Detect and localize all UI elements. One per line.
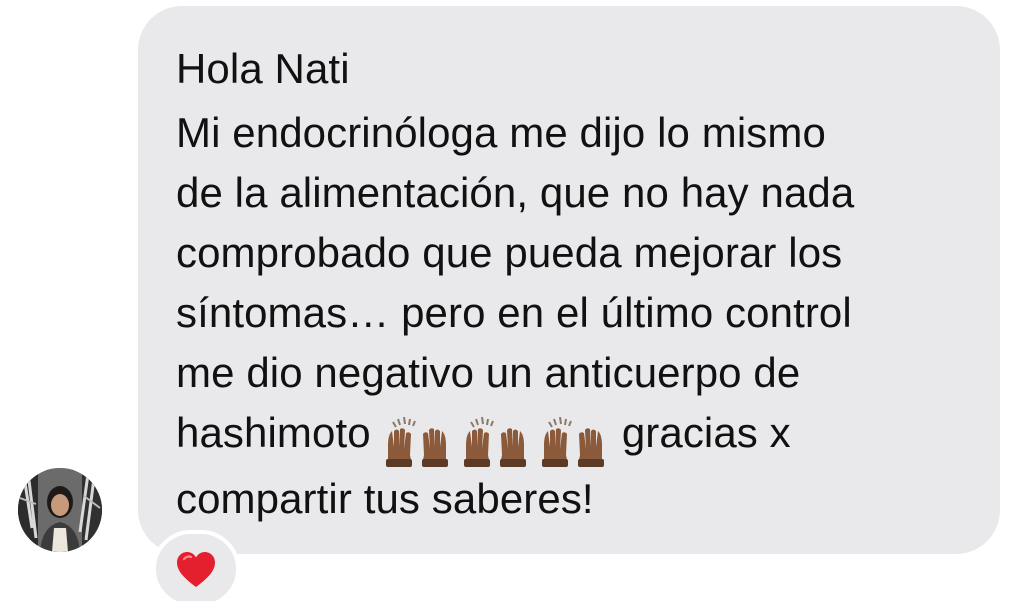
red-heart-icon [177,552,215,587]
message-line-4: síntomas… pero en el último control [176,289,852,336]
greeting-line: Hola Nati [176,45,350,92]
message-line-5: me dio negativo un anticuerpo de [176,349,801,396]
message-line-2: de la alimentación, que no hay nada [176,169,855,216]
message-line-7: compartir tus saberes! [176,475,594,522]
message-text-gracias: gracias x [621,409,791,456]
profile-photo-icon [18,468,102,552]
message-text-hashimoto: hashimoto [176,409,371,456]
message-line-3: comprobado que pueda mejorar los [176,229,843,276]
raising-hands-icon [542,416,605,467]
message-line-6: hashimoto gracias x [176,403,980,469]
raising-hands-icon [386,416,449,467]
raising-hands-icon [464,416,527,467]
raising-hands-emoji-group [384,409,606,469]
sender-avatar[interactable] [18,468,102,552]
message-bubble[interactable]: Hola Nati Mi endocrinóloga me dijo lo mi… [138,6,1000,554]
message-line-1: Mi endocrinóloga me dijo lo mismo [176,109,826,156]
message-screen: Hola Nati Mi endocrinóloga me dijo lo mi… [0,0,1017,601]
heart-reaction-badge[interactable] [152,530,240,601]
